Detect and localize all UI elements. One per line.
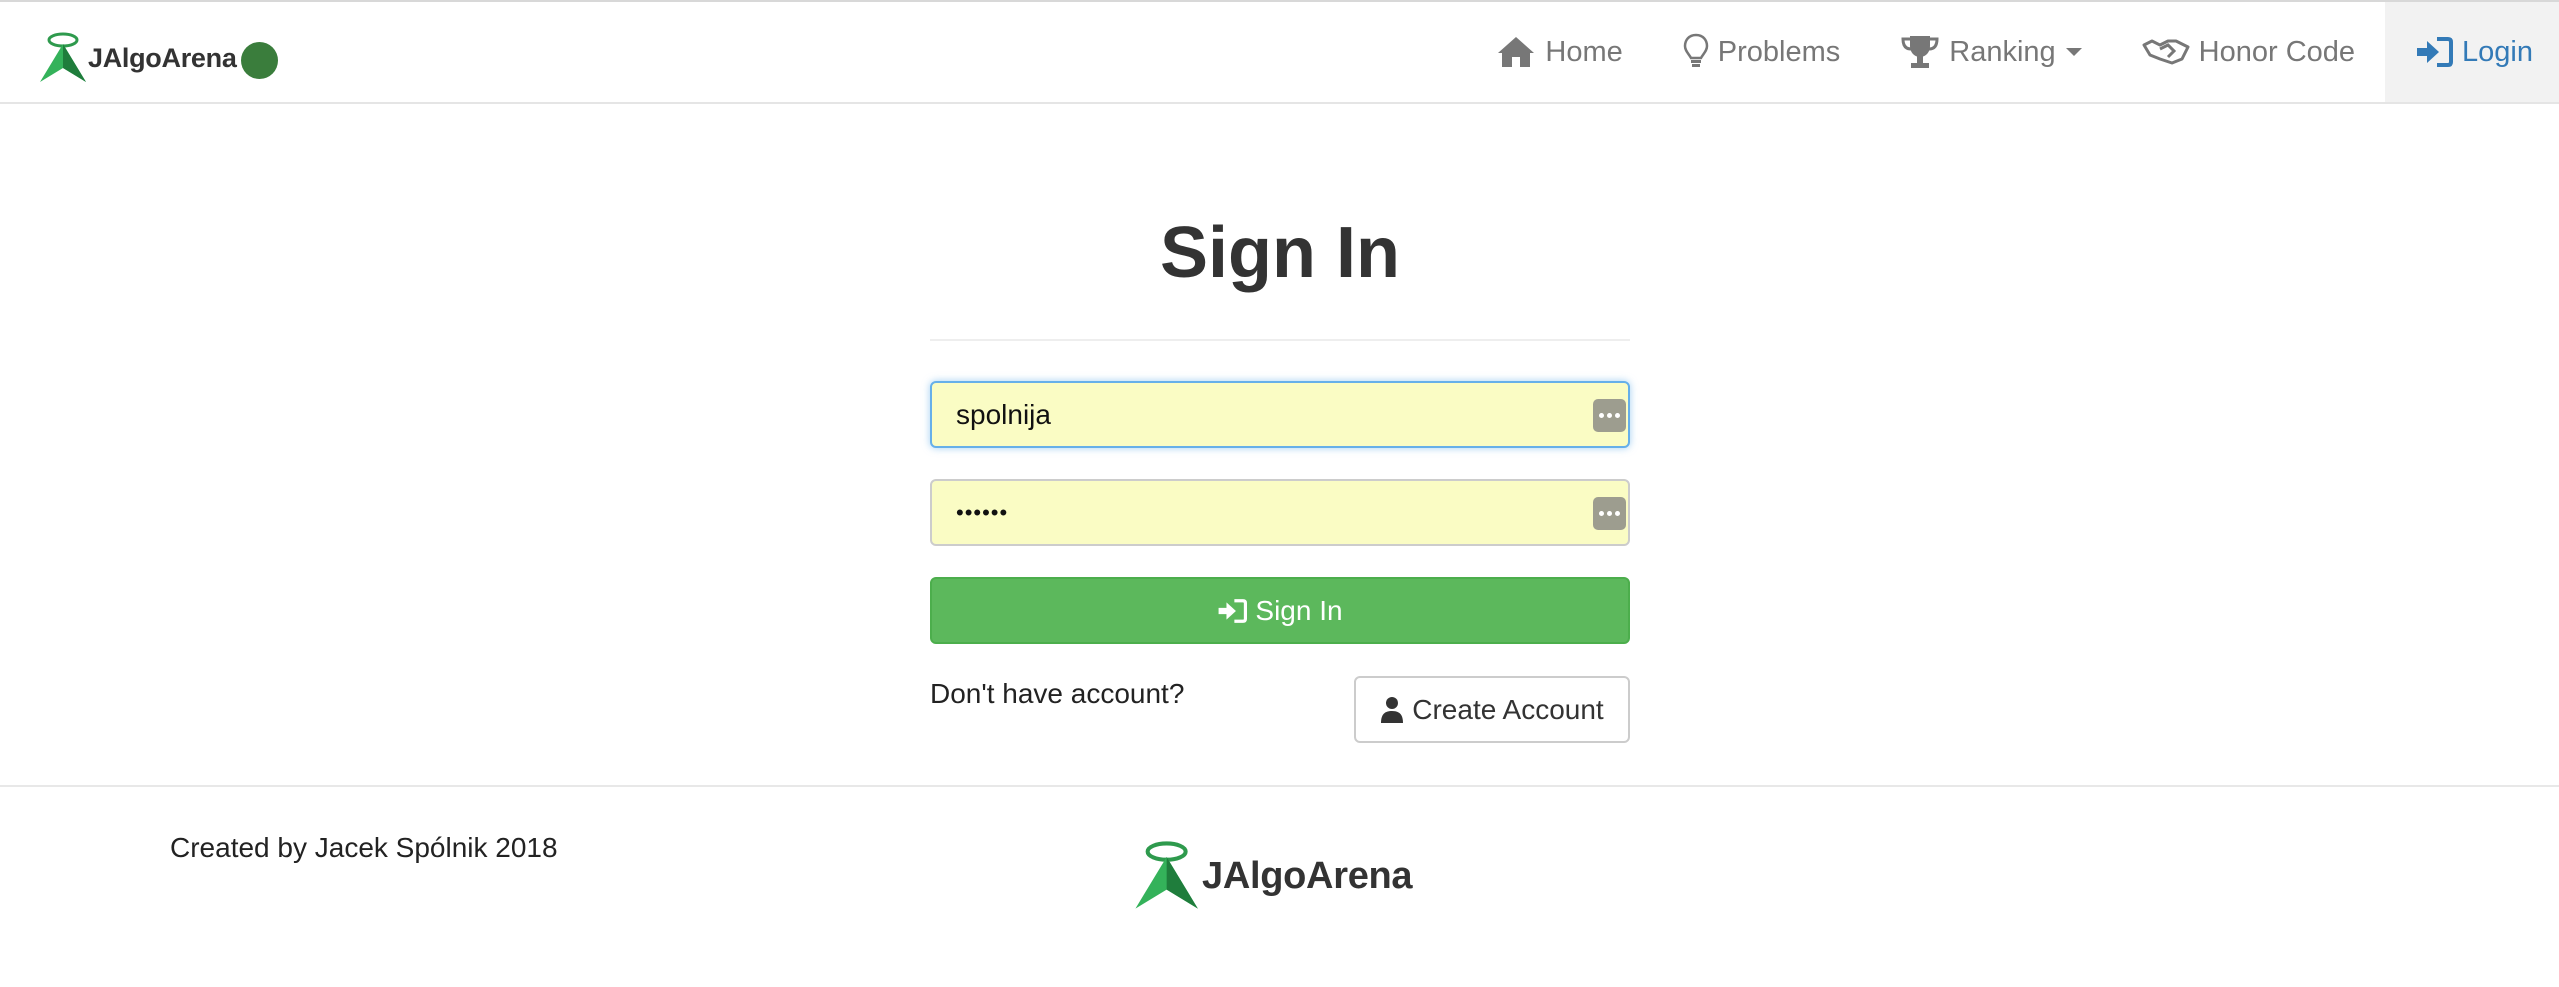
password-input[interactable] xyxy=(956,481,1556,544)
nav-login[interactable]: Login xyxy=(2385,2,2559,102)
logo-icon xyxy=(1135,841,1198,909)
sign-in-icon xyxy=(1218,598,1248,623)
nav-home-label: Home xyxy=(1545,35,1623,68)
create-account-button[interactable]: Create Account xyxy=(1354,676,1630,743)
trophy-icon xyxy=(1901,36,1939,68)
nav-ranking[interactable]: Ranking xyxy=(1870,2,2111,102)
sign-in-icon xyxy=(2417,37,2454,67)
nav-honor-code-label: Honor Code xyxy=(2198,35,2356,68)
sign-in-button-label: Sign In xyxy=(1255,594,1343,626)
nav-problems-label: Problems xyxy=(1717,35,1841,68)
page-title: Sign In xyxy=(1160,213,1400,293)
home-icon xyxy=(1498,37,1535,67)
create-account-label: Create Account xyxy=(1412,693,1604,725)
footer-logo: JAlgoArena xyxy=(1128,838,1413,914)
status-indicator xyxy=(241,42,278,79)
password-manager-icon[interactable] xyxy=(1593,399,1626,432)
nav-honor-code[interactable]: Honor Code xyxy=(2112,2,2385,102)
footer-divider xyxy=(0,785,2559,787)
user-icon xyxy=(1381,696,1404,723)
brand-logo[interactable]: JAlgoArena xyxy=(36,30,237,86)
footer-credit: Created by Jacek Spólnik 2018 xyxy=(170,832,558,863)
chevron-down-icon xyxy=(2065,48,2082,56)
top-navbar: JAlgoArena Home Problems Ranking Honor C… xyxy=(0,0,2559,104)
nav-home[interactable]: Home xyxy=(1466,2,1652,102)
username-input[interactable] xyxy=(956,383,1556,446)
username-field[interactable] xyxy=(930,381,1630,448)
nav-login-label: Login xyxy=(2462,35,2533,68)
handshake-icon xyxy=(2142,39,2190,65)
footer-brand-name: JAlgoArena xyxy=(1202,854,1413,897)
no-account-text: Don't have account? xyxy=(930,678,1185,709)
lightbulb-icon xyxy=(1683,33,1709,67)
title-divider xyxy=(930,339,1630,341)
nav-problems[interactable]: Problems xyxy=(1653,2,1871,102)
logo-icon xyxy=(40,32,86,82)
nav-ranking-label: Ranking xyxy=(1949,35,2056,68)
password-field[interactable] xyxy=(930,479,1630,546)
brand-name: JAlgoArena xyxy=(88,42,237,73)
nav-menu: Home Problems Ranking Honor Code Login xyxy=(1466,2,2559,102)
password-manager-icon[interactable] xyxy=(1593,497,1626,530)
sign-in-button[interactable]: Sign In xyxy=(930,577,1630,644)
